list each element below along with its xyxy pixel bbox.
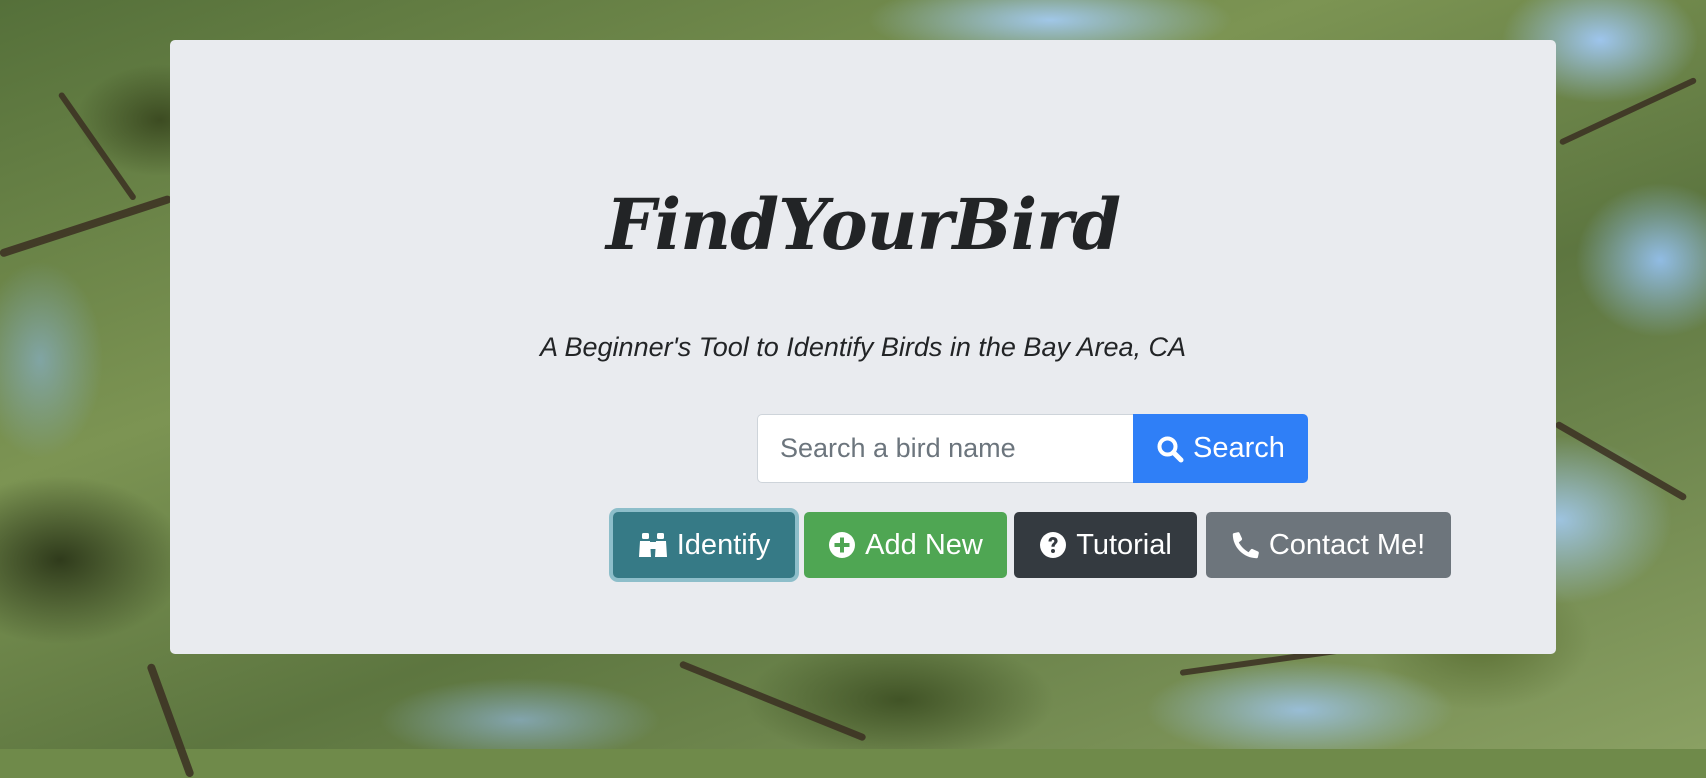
- question-circle-icon: [1039, 531, 1067, 559]
- contact-button[interactable]: Contact Me!: [1206, 512, 1451, 578]
- tree-branch: [146, 662, 195, 778]
- contact-button-label: Contact Me!: [1268, 528, 1426, 561]
- binoculars-icon: [638, 532, 668, 558]
- search-input[interactable]: [757, 414, 1133, 483]
- tree-branch: [678, 660, 867, 742]
- tutorial-button-label: Tutorial: [1076, 528, 1172, 561]
- identify-button[interactable]: Identify: [613, 512, 795, 578]
- tree-branch: [57, 91, 138, 202]
- app-title: FindYourBird: [605, 183, 1121, 266]
- search-icon: [1156, 435, 1184, 463]
- app-subtitle: A Beginner's Tool to Identify Birds in t…: [540, 332, 1186, 362]
- tree-branch: [0, 194, 173, 258]
- add-new-button-label: Add New: [865, 528, 983, 561]
- tree-branch: [1554, 420, 1688, 502]
- hero-card: FindYourBird A Beginner's Tool to Identi…: [170, 40, 1556, 654]
- tree-branch: [1558, 76, 1698, 146]
- phone-icon: [1232, 531, 1260, 559]
- identify-button-label: Identify: [676, 528, 771, 561]
- tutorial-button[interactable]: Tutorial: [1014, 512, 1197, 578]
- add-new-button[interactable]: Add New: [804, 512, 1007, 578]
- search-button[interactable]: Search: [1133, 414, 1308, 483]
- plus-circle-icon: [828, 531, 856, 559]
- search-button-label: Search: [1193, 432, 1285, 464]
- search-bar: Search: [757, 414, 1308, 483]
